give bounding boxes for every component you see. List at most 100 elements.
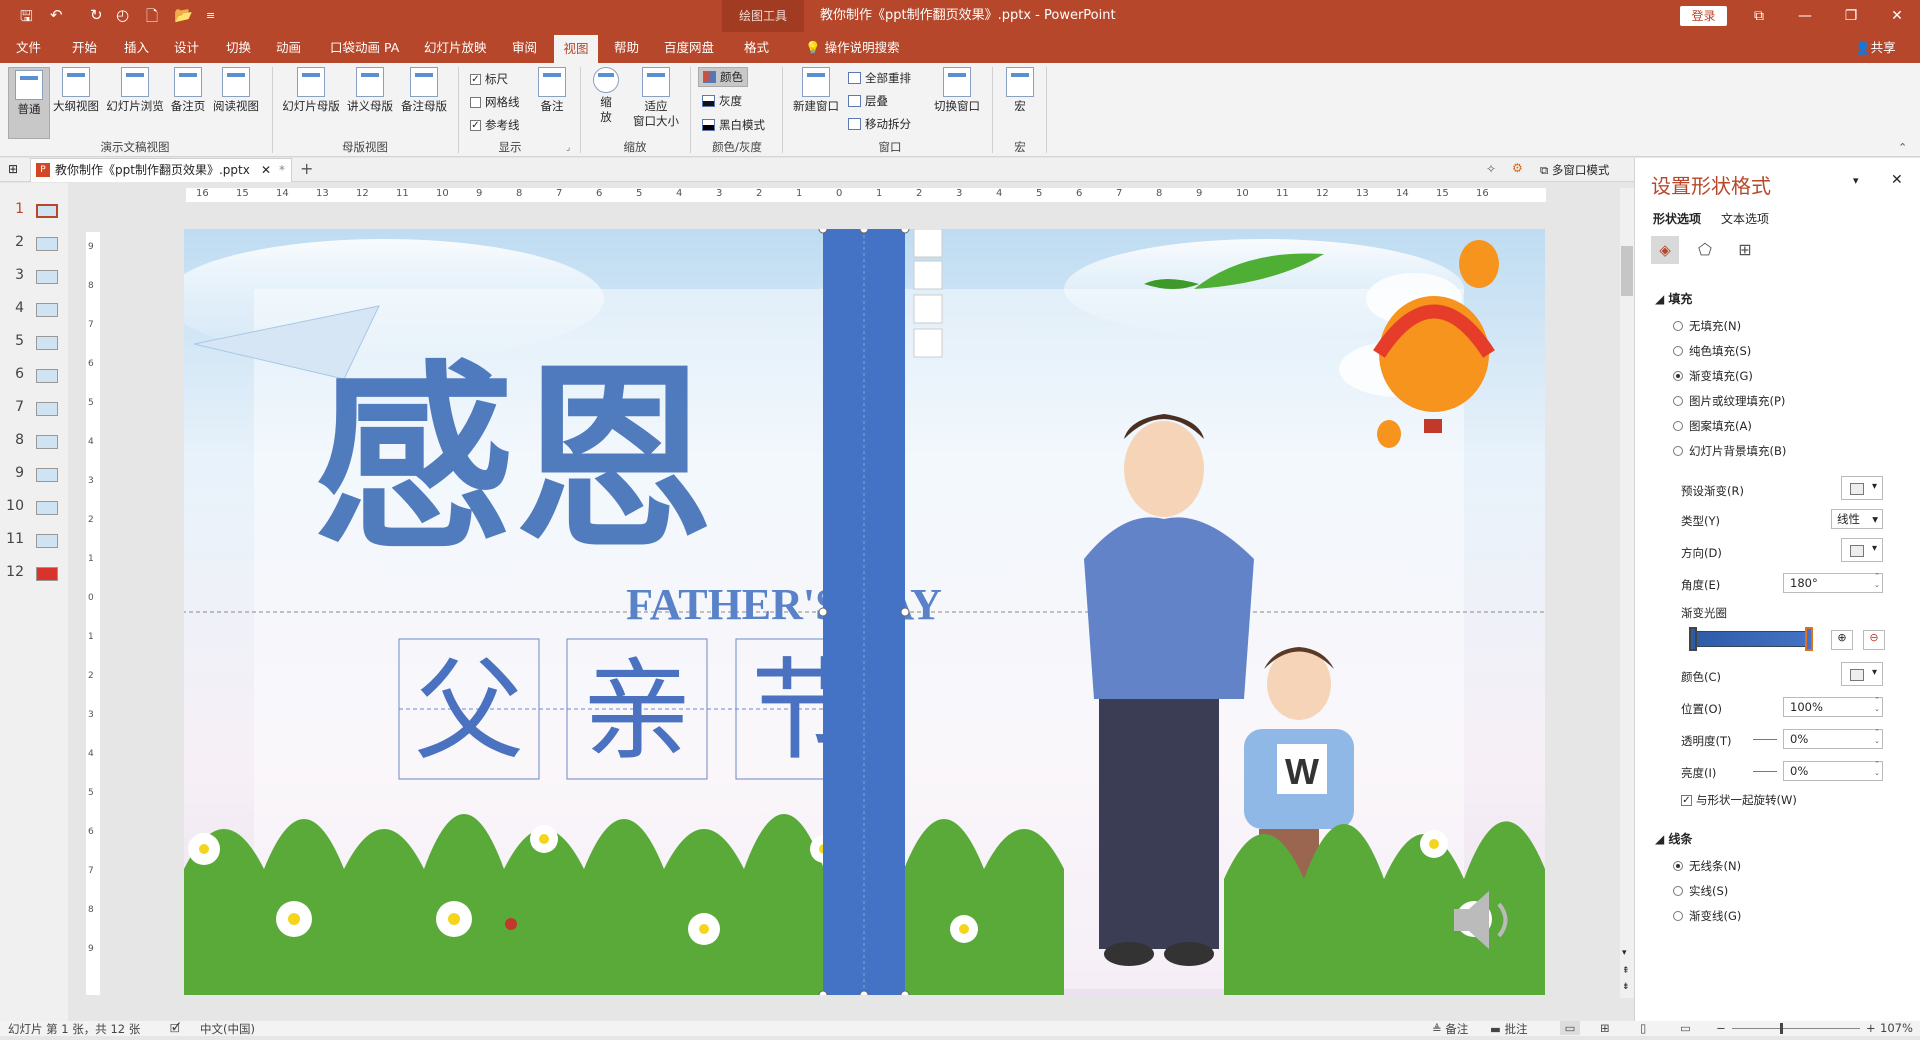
cascade-button[interactable]: 层叠 — [848, 93, 888, 109]
guides-checkbox[interactable]: ✓ 参考线 — [470, 117, 520, 133]
restore-button[interactable]: ❐ — [1828, 0, 1874, 32]
slide-thumbnail[interactable] — [36, 534, 58, 548]
notes-master-button[interactable]: 备注母版 — [398, 67, 450, 114]
spellcheck-icon[interactable]: 🗹 — [170, 1021, 180, 1040]
size-properties-icon[interactable]: ⊞ — [1731, 236, 1759, 264]
transparency-slider[interactable] — [1753, 739, 1777, 740]
document-close-icon[interactable]: ✕ — [261, 159, 271, 181]
transparency-input[interactable]: 0% — [1783, 728, 1883, 749]
tab-file[interactable]: 文件 — [12, 32, 45, 63]
gradient-stops-bar[interactable] — [1693, 631, 1809, 647]
zoom-level[interactable]: 107% — [1880, 1021, 1913, 1035]
new-tab-icon[interactable]: + — [300, 159, 313, 178]
slide-thumbnail[interactable] — [36, 237, 58, 251]
tab-baidu-netdisk[interactable]: 百度网盘 — [660, 32, 718, 63]
zoom-slider[interactable] — [1732, 1028, 1860, 1029]
tab-insert[interactable]: 插入 — [120, 32, 153, 63]
slide-master-button[interactable]: 幻灯片母版 — [280, 67, 342, 114]
radio-option[interactable]: 无线条(N) — [1673, 858, 1741, 874]
direction-dropdown[interactable] — [1841, 538, 1883, 562]
gradient-stop-handle[interactable] — [1805, 627, 1813, 651]
new-file-icon[interactable]: 🗋 — [146, 6, 158, 31]
tab-review[interactable]: 审阅 — [508, 32, 541, 63]
color-mode-button[interactable]: 颜色 — [698, 67, 748, 87]
tab-design[interactable]: 设计 — [170, 32, 203, 63]
add-stop-icon[interactable]: ⊕ — [1831, 630, 1853, 650]
save-icon[interactable]: 🖫 — [20, 6, 33, 31]
next-slide-icon[interactable]: ⇟ — [1622, 982, 1630, 992]
tab-slideshow[interactable]: 幻灯片放映 — [420, 32, 491, 63]
tab-home[interactable]: 开始 — [68, 32, 101, 63]
slide-thumbnail[interactable] — [36, 468, 58, 482]
radio-option[interactable]: 无填充(N) — [1673, 318, 1741, 334]
type-dropdown[interactable]: 线性 ▾ — [1831, 509, 1883, 529]
slide-thumbnail[interactable] — [36, 204, 58, 218]
normal-view-button[interactable]: 普通 — [8, 67, 50, 139]
radio-option[interactable]: 幻灯片背景填充(B) — [1673, 443, 1786, 459]
angle-input[interactable]: 180° — [1783, 572, 1883, 593]
slide-thumbnail[interactable] — [36, 303, 58, 317]
macros-button[interactable]: 宏 — [1000, 67, 1040, 114]
black-white-button[interactable]: 黑白模式 — [702, 117, 765, 133]
radio-option[interactable]: 纯色填充(S) — [1673, 343, 1751, 359]
preset-gradient-dropdown[interactable] — [1841, 476, 1883, 500]
slide-thumbnail[interactable] — [36, 402, 58, 416]
redo-icon[interactable]: ↻ — [90, 6, 103, 24]
handout-master-button[interactable]: 讲义母版 — [344, 67, 396, 114]
vertical-scrollbar[interactable]: ▾ ⇞ ⇟ — [1620, 188, 1634, 998]
slide-canvas[interactable]: W 感恩 FATHER'S DAY 父 亲 节 — [184, 229, 1545, 995]
open-folder-icon[interactable]: 📂 — [174, 6, 193, 24]
remove-stop-icon[interactable]: ⊖ — [1863, 630, 1885, 650]
new-window-button[interactable]: 新建窗口 — [790, 67, 842, 114]
rotate-with-shape-checkbox[interactable]: ✓ 与形状一起旋转(W) — [1681, 792, 1797, 808]
outline-view-button[interactable]: 大纲视图 — [52, 67, 100, 114]
slideshow-icon[interactable]: ▭ — [1680, 1021, 1691, 1035]
radio-option[interactable]: 图案填充(A) — [1673, 418, 1752, 434]
scrollbar-thumb[interactable] — [1621, 246, 1633, 296]
slide-thumbnail[interactable] — [36, 369, 58, 383]
radio-option[interactable]: 渐变填充(G) — [1673, 368, 1753, 384]
zoom-button[interactable]: 缩 放 — [588, 67, 624, 125]
tab-menu-icon[interactable]: ⊞ — [8, 162, 18, 176]
position-input[interactable]: 100% — [1783, 696, 1883, 717]
customize-qat-icon[interactable]: ≡ — [206, 9, 215, 22]
pane-options-icon[interactable]: ▾ — [1853, 174, 1859, 187]
slide-thumbnail[interactable] — [36, 435, 58, 449]
switch-window-button[interactable]: 切换窗口 — [930, 67, 984, 114]
effects-icon[interactable]: ⬠ — [1691, 236, 1719, 264]
fit-to-window-button[interactable]: 适应 窗口大小 — [628, 67, 684, 129]
multi-window-mode-button[interactable]: ⧉ 多窗口模式 — [1540, 162, 1609, 178]
dialog-launcher-icon[interactable]: ⌟ — [566, 143, 570, 153]
gear-icon[interactable]: ⚙ — [1512, 161, 1523, 175]
gradient-stop-handle[interactable] — [1689, 627, 1697, 651]
prev-slide-icon[interactable]: ⇞ — [1622, 966, 1630, 976]
document-tab[interactable]: P 教你制作《ppt制作翻页效果》.pptx ✕ * — [30, 158, 292, 182]
brightness-slider[interactable] — [1753, 771, 1777, 772]
tab-transitions[interactable]: 切换 — [222, 32, 255, 63]
slide-thumbnail[interactable] — [36, 270, 58, 284]
slide-sorter-button[interactable]: 幻灯片浏览 — [104, 67, 166, 114]
notes-page-button[interactable]: 备注页 — [168, 67, 208, 114]
zoom-in-icon[interactable]: + — [1866, 1021, 1876, 1035]
scroll-down-icon[interactable]: ▾ — [1622, 948, 1627, 958]
tab-help[interactable]: 帮助 — [610, 32, 643, 63]
tell-me-search[interactable]: 💡 操作说明搜索 — [805, 32, 900, 63]
radio-option[interactable]: 渐变线(G) — [1673, 908, 1741, 924]
reading-view-icon[interactable]: ▯ — [1640, 1021, 1646, 1035]
zoom-slider-thumb[interactable] — [1780, 1023, 1783, 1034]
pin-icon[interactable]: ✧ — [1486, 162, 1496, 176]
slide-thumbnail[interactable] — [36, 501, 58, 515]
comments-status-button[interactable]: ▬ 批注 — [1490, 1021, 1528, 1037]
tab-format[interactable]: 格式 — [740, 32, 773, 63]
language-status[interactable]: 中文(中国) — [200, 1021, 255, 1037]
reading-view-button[interactable]: 阅读视图 — [210, 67, 262, 114]
login-button[interactable]: 登录 — [1680, 6, 1727, 26]
notes-status-button[interactable]: ≜ 备注 — [1432, 1021, 1468, 1037]
grayscale-button[interactable]: 灰度 — [702, 93, 742, 109]
slide-thumbnail[interactable] — [36, 336, 58, 350]
move-split-button[interactable]: 移动拆分 — [848, 116, 911, 132]
brightness-input[interactable]: 0% — [1783, 760, 1883, 781]
color-picker-dropdown[interactable] — [1841, 662, 1883, 686]
minimize-button[interactable]: — — [1782, 0, 1828, 32]
radio-option[interactable]: 图片或纹理填充(P) — [1673, 393, 1785, 409]
